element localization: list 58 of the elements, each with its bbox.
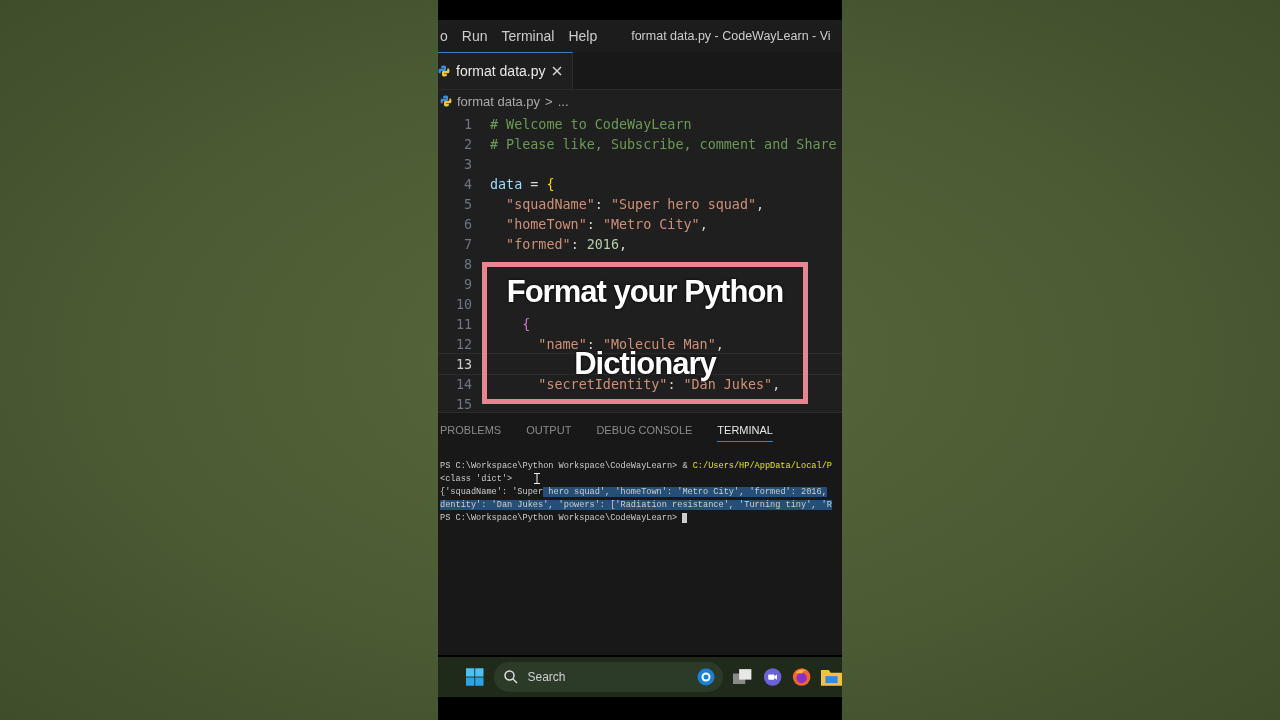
line-number: 1 [462,116,472,132]
code-line: "formed": 2016, [505,236,628,252]
search-icon [503,670,518,684]
code-line: "squadName": "Super hero squad", [505,196,765,212]
python-file-icon [438,65,450,77]
close-icon[interactable] [551,66,562,76]
line-number: 7 [462,236,472,252]
breadcrumb-separator: > [545,93,553,109]
overlay-title: Format your Python [506,277,784,307]
tab-label: format data.py [456,63,546,79]
terminal-text: PS C:\Workspace\Python Workspace\CodeWayLearn> & [440,460,689,471]
terminal-text: C:/Users/HP/AppData/Local/P [692,460,832,471]
breadcrumb-file[interactable]: format data.py [457,93,541,109]
line-number: 11 [454,316,472,332]
line-number: 4 [462,176,472,192]
windows-logo-icon[interactable] [466,667,484,687]
code-line: data = { [490,176,555,192]
editor-tab[interactable]: format data.py [438,52,573,89]
panel-tab[interactable]: PROBLEMS [440,417,502,442]
line-number: 10 [454,296,472,312]
terminal-text: PS C:\Workspace\Python Workspace\CodeWayLearn> [440,512,679,523]
panel-tab[interactable]: OUTPUT [526,417,572,442]
folder-icon[interactable] [821,667,842,687]
browser-fox-icon[interactable] [791,666,811,688]
menu-item[interactable]: o [438,28,456,44]
menu-item[interactable]: Terminal [499,28,563,44]
line-number: 8 [462,256,472,272]
code-line: { [521,316,531,332]
line-number: 12 [454,336,472,352]
code-line: "name": "Molecule Man", [537,336,724,352]
code-line: # Please like, Subscribe, comment and Share [490,136,837,152]
line-number: 3 [462,156,472,172]
terminal-text: dentity': 'Dan Jukes', 'powers': ['Radiation resistance', 'Turning tiny', 'R [440,499,832,510]
code-line: # Welcome to CodeWayLearn [490,116,692,132]
breadcrumb-more[interactable]: ... [557,93,569,109]
window-title: format data.py - CodeWayLearn - Vi [631,29,831,43]
search-input[interactable]: Search [525,669,690,685]
line-number: 14 [454,376,472,392]
menu-item[interactable]: Run [459,28,496,44]
terminal-text: <class 'dict'> [440,473,513,484]
code-line: "homeTown": "Metro City", [505,216,708,232]
python-file-icon [440,95,452,107]
line-number: 2 [462,136,472,152]
panel-tab[interactable]: DEBUG CONSOLE [596,417,693,442]
text-cursor-icon [534,473,540,484]
task-view-icon[interactable] [733,668,753,686]
terminal-text: hero squad', 'homeTown': 'Metro City', 'formed': 2016, [543,486,827,497]
line-number: 13 [454,356,472,372]
video-chat-icon[interactable] [762,666,782,688]
line-number: 5 [462,196,472,212]
panel-tab[interactable]: TERMINAL [717,417,773,442]
line-number: 15 [454,396,472,412]
line-number: 9 [462,276,472,292]
menu-item[interactable]: Help [566,28,606,44]
line-number: 6 [462,216,472,232]
overlay-title: Dictionary [574,349,716,379]
search-bar[interactable]: Search [493,662,724,692]
terminal-text: {'squadName': 'Super [440,486,544,497]
